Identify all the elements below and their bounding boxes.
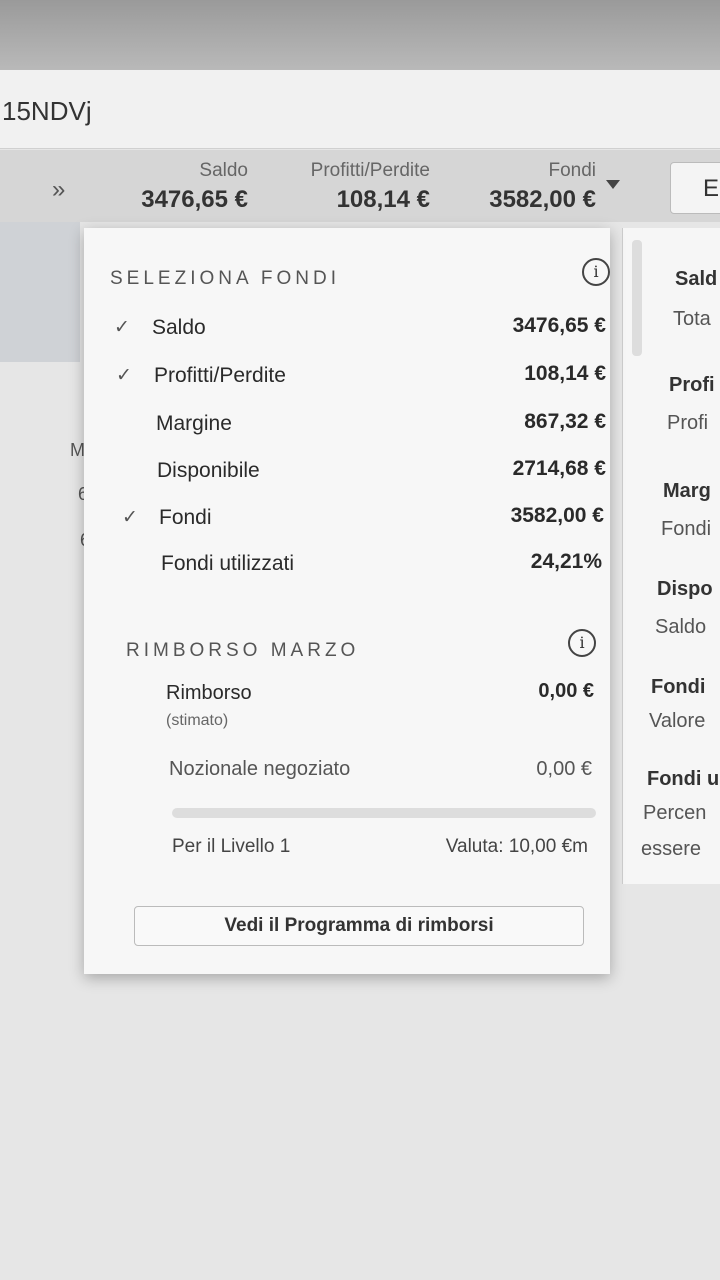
info-icon[interactable]: i bbox=[582, 258, 610, 286]
right-panel-item: Fondi bbox=[661, 518, 712, 540]
currency-label: Valuta: 10,00 €m bbox=[445, 836, 588, 857]
header-right-button[interactable]: E bbox=[670, 162, 720, 214]
header-fondi-label: Fondi bbox=[548, 160, 596, 181]
header-fondi-value: 3582,00 € bbox=[489, 186, 596, 213]
fund-label-disponibile[interactable]: Disponibile bbox=[157, 459, 260, 483]
scrollbar[interactable] bbox=[632, 240, 642, 356]
rebate-label: Rimborso bbox=[166, 682, 252, 704]
fund-label-fondi-utilizzati[interactable]: Fondi utilizzati bbox=[161, 552, 294, 576]
rebate-schedule-button[interactable]: Vedi il Programma di rimborsi bbox=[134, 906, 584, 946]
header-profit-loss[interactable]: Profitti/Perdite 108,14 € bbox=[270, 160, 430, 214]
left-column-item: M bbox=[70, 440, 85, 460]
check-icon: ✓ bbox=[116, 365, 132, 386]
header-saldo[interactable]: Saldo 3476,65 € bbox=[110, 160, 248, 214]
right-panel-item: Sald bbox=[675, 268, 718, 290]
fund-label-fondi[interactable]: Fondi bbox=[159, 506, 212, 530]
right-panel-item: essere bbox=[641, 838, 702, 860]
funds-popup: SELEZIONA FONDI i ✓ Saldo 3476,65 € ✓ Pr… bbox=[84, 228, 610, 974]
right-panel-item: Saldo bbox=[655, 616, 707, 638]
chevron-down-icon[interactable] bbox=[606, 180, 620, 189]
notional-label: Nozionale negoziato bbox=[169, 758, 351, 780]
header-saldo-value: 3476,65 € bbox=[141, 186, 248, 213]
fund-value-margine: 867,32 € bbox=[524, 410, 606, 433]
right-panel-item: Marg bbox=[663, 480, 711, 502]
fund-value-profit-loss: 108,14 € bbox=[524, 362, 606, 385]
notional-value: 0,00 € bbox=[536, 758, 592, 780]
right-panel-item: Fondi u bbox=[647, 768, 720, 790]
info-icon[interactable]: i bbox=[568, 629, 596, 657]
fund-value-saldo: 3476,65 € bbox=[512, 314, 606, 337]
left-panel-background bbox=[0, 222, 80, 362]
fund-label-saldo[interactable]: Saldo bbox=[152, 316, 206, 340]
browser-address-bar[interactable] bbox=[0, 70, 720, 149]
expand-icon[interactable]: » bbox=[52, 176, 65, 204]
header-pl-value: 108,14 € bbox=[336, 186, 430, 213]
rebate-title: RIMBORSO MARZO bbox=[126, 640, 360, 661]
fund-value-disponibile: 2714,68 € bbox=[512, 457, 606, 480]
right-panel-item: Tota bbox=[673, 308, 711, 330]
right-panel-item: Percen bbox=[643, 802, 707, 824]
monitor-bezel bbox=[0, 0, 720, 70]
right-panel-item: Fondi bbox=[651, 676, 706, 698]
select-funds-title: SELEZIONA FONDI bbox=[110, 268, 340, 289]
header-saldo-label: Saldo bbox=[199, 160, 248, 181]
rebate-progress-bar bbox=[172, 808, 596, 818]
check-icon: ✓ bbox=[122, 507, 138, 528]
rebate-sub-label: (stimato) bbox=[166, 712, 229, 729]
fund-label-profit-loss[interactable]: Profitti/Perdite bbox=[154, 364, 286, 388]
fund-value-fondi-utilizzati: 24,21% bbox=[530, 550, 602, 573]
url-fragment: 15NDVj bbox=[2, 96, 92, 126]
level-label: Per il Livello 1 bbox=[172, 836, 291, 857]
right-panel-item: Profi bbox=[669, 374, 715, 396]
right-panel-item: Dispo bbox=[657, 578, 713, 600]
check-icon: ✓ bbox=[114, 317, 130, 338]
header-pl-label: Profitti/Perdite bbox=[310, 160, 430, 181]
fund-label-margine[interactable]: Margine bbox=[156, 412, 232, 436]
right-panel-item: Profi bbox=[667, 412, 709, 434]
header-fondi[interactable]: Fondi 3582,00 € bbox=[450, 160, 596, 214]
fund-value-fondi: 3582,00 € bbox=[510, 504, 604, 527]
right-panel-item: Valore bbox=[649, 710, 706, 732]
rebate-value: 0,00 € bbox=[538, 680, 594, 702]
